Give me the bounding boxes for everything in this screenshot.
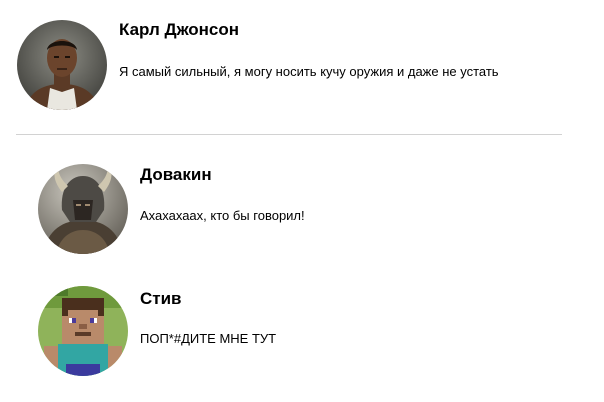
reply-author[interactable]: Стив [140,289,182,309]
comment-text: Я самый сильный, я могу носить кучу оруж… [119,64,499,79]
steve-avatar-icon [38,286,128,376]
reply-text: Ахахахаах, кто бы говорил! [140,208,305,223]
avatar[interactable] [38,286,128,376]
avatar[interactable] [38,164,128,254]
dovahkiin-avatar-icon [38,164,128,254]
avatar[interactable] [17,20,107,110]
divider [16,134,562,135]
comment-author[interactable]: Карл Джонсон [119,20,239,40]
reply-author[interactable]: Довакин [140,165,212,185]
cj-avatar-icon [17,20,107,110]
reply-text: ПОП*#ДИТЕ МНЕ ТУТ [140,331,277,346]
